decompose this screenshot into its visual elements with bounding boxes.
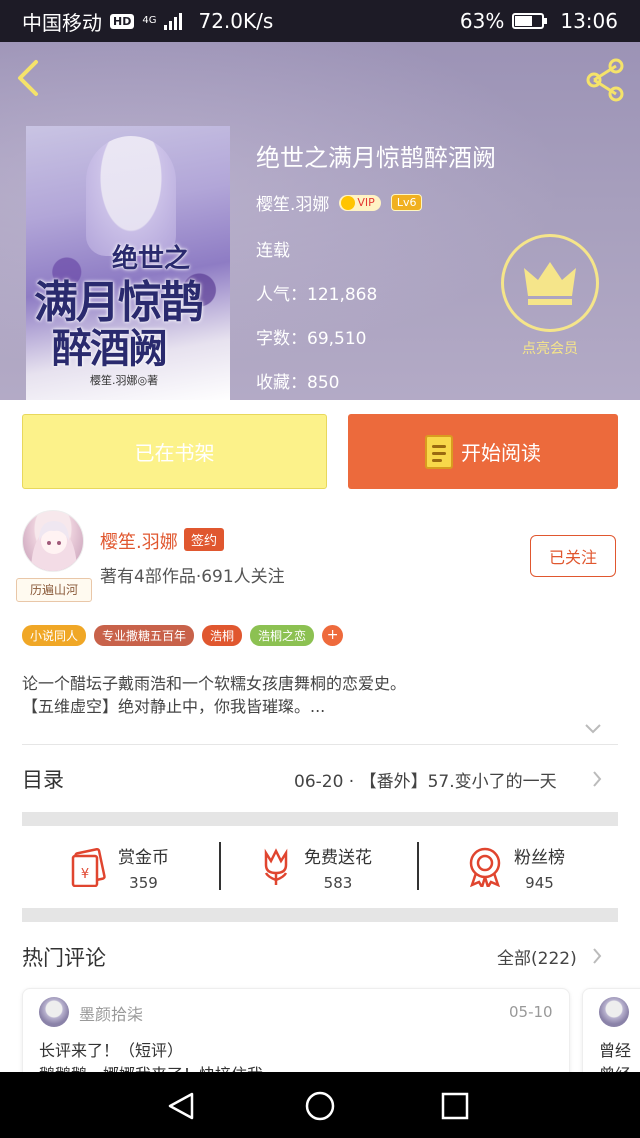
signed-badge: 签约 — [184, 528, 225, 551]
book-author[interactable]: 樱笙.羽娜 — [256, 190, 329, 215]
network-speed: 72.0K/s — [198, 9, 274, 33]
chevron-down-icon[interactable] — [584, 723, 602, 735]
carrier-label: 中国移动 — [22, 10, 102, 35]
tag[interactable]: 专业撒糖五百年 — [94, 625, 195, 646]
book-status: 连载 — [256, 241, 290, 261]
latest-chapter[interactable]: 06-20 · 【番外】57.变小了的一天 — [294, 767, 557, 792]
sun-icon — [341, 195, 356, 210]
vip-badge: VIP — [339, 194, 381, 211]
section-divider — [22, 812, 618, 826]
commenter-name[interactable]: 墨颜拾柒 — [79, 1001, 143, 1025]
comment-date: 05-10 — [509, 1003, 553, 1021]
network-type: 4G — [142, 15, 157, 26]
medal-icon — [469, 847, 501, 887]
in-shelf-button[interactable]: 已在书架 — [22, 414, 327, 489]
divider — [417, 842, 419, 890]
divider — [22, 744, 618, 745]
start-reading-button[interactable]: 开始阅读 — [348, 414, 618, 489]
vip-member-label: 点亮会员 — [522, 341, 578, 357]
description-line: 【五维虚空】绝对静止中，你我皆璀璨。... — [22, 697, 326, 716]
stat-value: 359 — [129, 873, 158, 892]
book-favorites: 收藏：850 — [256, 373, 340, 393]
vip-member-button[interactable]: 点亮会员 — [500, 234, 600, 362]
stat-value: 945 — [525, 873, 554, 892]
share-icon[interactable] — [584, 58, 628, 102]
comment-text: 曾经 — [599, 1041, 632, 1060]
send-flower-button[interactable]: 免费送花 583 — [258, 838, 372, 896]
book-icon — [425, 434, 453, 469]
hot-comments-title: 热门评论 — [22, 946, 106, 970]
avatar-badge: 历遍山河 — [16, 578, 92, 602]
all-comments-link[interactable]: 全部(222) — [497, 944, 577, 969]
cover-title-3: 醉酒阙 — [52, 325, 168, 372]
cover-author: 樱笙.羽娜◎著 — [90, 374, 159, 387]
level-badge: Lv6 — [390, 194, 423, 211]
reward-coins-button[interactable]: ¥ 赏金币 359 — [68, 838, 169, 896]
flower-icon — [264, 848, 288, 885]
book-cover[interactable]: 绝世之 满月惊鹊 醉酒阙 樱笙.羽娜◎著 — [26, 126, 230, 400]
hd-badge: HD — [110, 13, 135, 29]
chevron-left-icon[interactable] — [12, 58, 48, 98]
stat-label: 免费送花 — [304, 847, 372, 868]
author-avatar[interactable] — [22, 510, 84, 572]
chevron-right-icon[interactable] — [592, 770, 602, 788]
red-envelope-icon: ¥ — [71, 847, 106, 887]
author-name[interactable]: 樱笙.羽娜 — [100, 528, 178, 554]
stat-value: 583 — [323, 873, 353, 892]
book-author-row: 樱笙.羽娜 VIP Lv6 — [256, 190, 423, 215]
follow-button[interactable]: 已关注 — [530, 535, 616, 577]
divider — [219, 842, 221, 890]
tag[interactable]: 浩桐之恋 — [250, 625, 315, 646]
signal-icon — [164, 12, 183, 30]
battery-icon — [512, 13, 548, 29]
battery-percent: 63% — [459, 9, 505, 33]
triangle-back-icon[interactable] — [162, 1086, 202, 1126]
book-hero: 绝世之 满月惊鹊 醉酒阙 樱笙.羽娜◎著 绝世之满月惊鹊醉酒阙 樱笙.羽娜 VI… — [0, 42, 640, 400]
book-popularity: 人气：121,868 — [256, 285, 378, 305]
square-recent-icon[interactable] — [435, 1086, 475, 1126]
book-word-count: 字数：69,510 — [256, 329, 367, 349]
author-meta: 著有4部作品·691人关注 — [100, 567, 285, 587]
commenter-avatar[interactable] — [39, 997, 69, 1027]
system-nav-bar — [0, 1072, 640, 1138]
book-title: 绝世之满月惊鹊醉酒阙 — [256, 144, 496, 172]
svg-text:¥: ¥ — [81, 867, 89, 882]
stat-label: 赏金币 — [118, 847, 169, 868]
book-description[interactable]: 论一个醋坛子戴雨浩和一个软糯女孩唐舞桐的恋爱史。 【五维虚空】绝对静止中，你我皆… — [22, 672, 622, 718]
section-divider — [22, 908, 618, 922]
tag[interactable]: 小说同人 — [22, 625, 87, 646]
fan-ranking-button[interactable]: 粉丝榜 945 — [466, 838, 565, 896]
clock: 13:06 — [560, 9, 618, 33]
tag-list: 小说同人 专业撒糖五百年 浩桐 浩桐之恋 + — [22, 625, 344, 646]
crown-icon — [501, 234, 599, 332]
tag[interactable]: 浩桐 — [202, 625, 243, 646]
add-tag-button[interactable]: + — [322, 625, 344, 646]
status-bar: 中国移动 HD 4G 72.0K/s 63% 13:06 — [0, 0, 640, 42]
description-line: 论一个醋坛子戴雨浩和一个软糯女孩唐舞桐的恋爱史。 — [22, 674, 407, 693]
circle-home-icon[interactable] — [300, 1086, 340, 1126]
toc-label[interactable]: 目录 — [22, 764, 64, 794]
chevron-right-icon[interactable] — [592, 947, 602, 965]
stat-label: 粉丝榜 — [514, 847, 565, 868]
comment-text: 长评来了！（短评） — [39, 1041, 184, 1060]
commenter-avatar[interactable] — [599, 997, 629, 1027]
